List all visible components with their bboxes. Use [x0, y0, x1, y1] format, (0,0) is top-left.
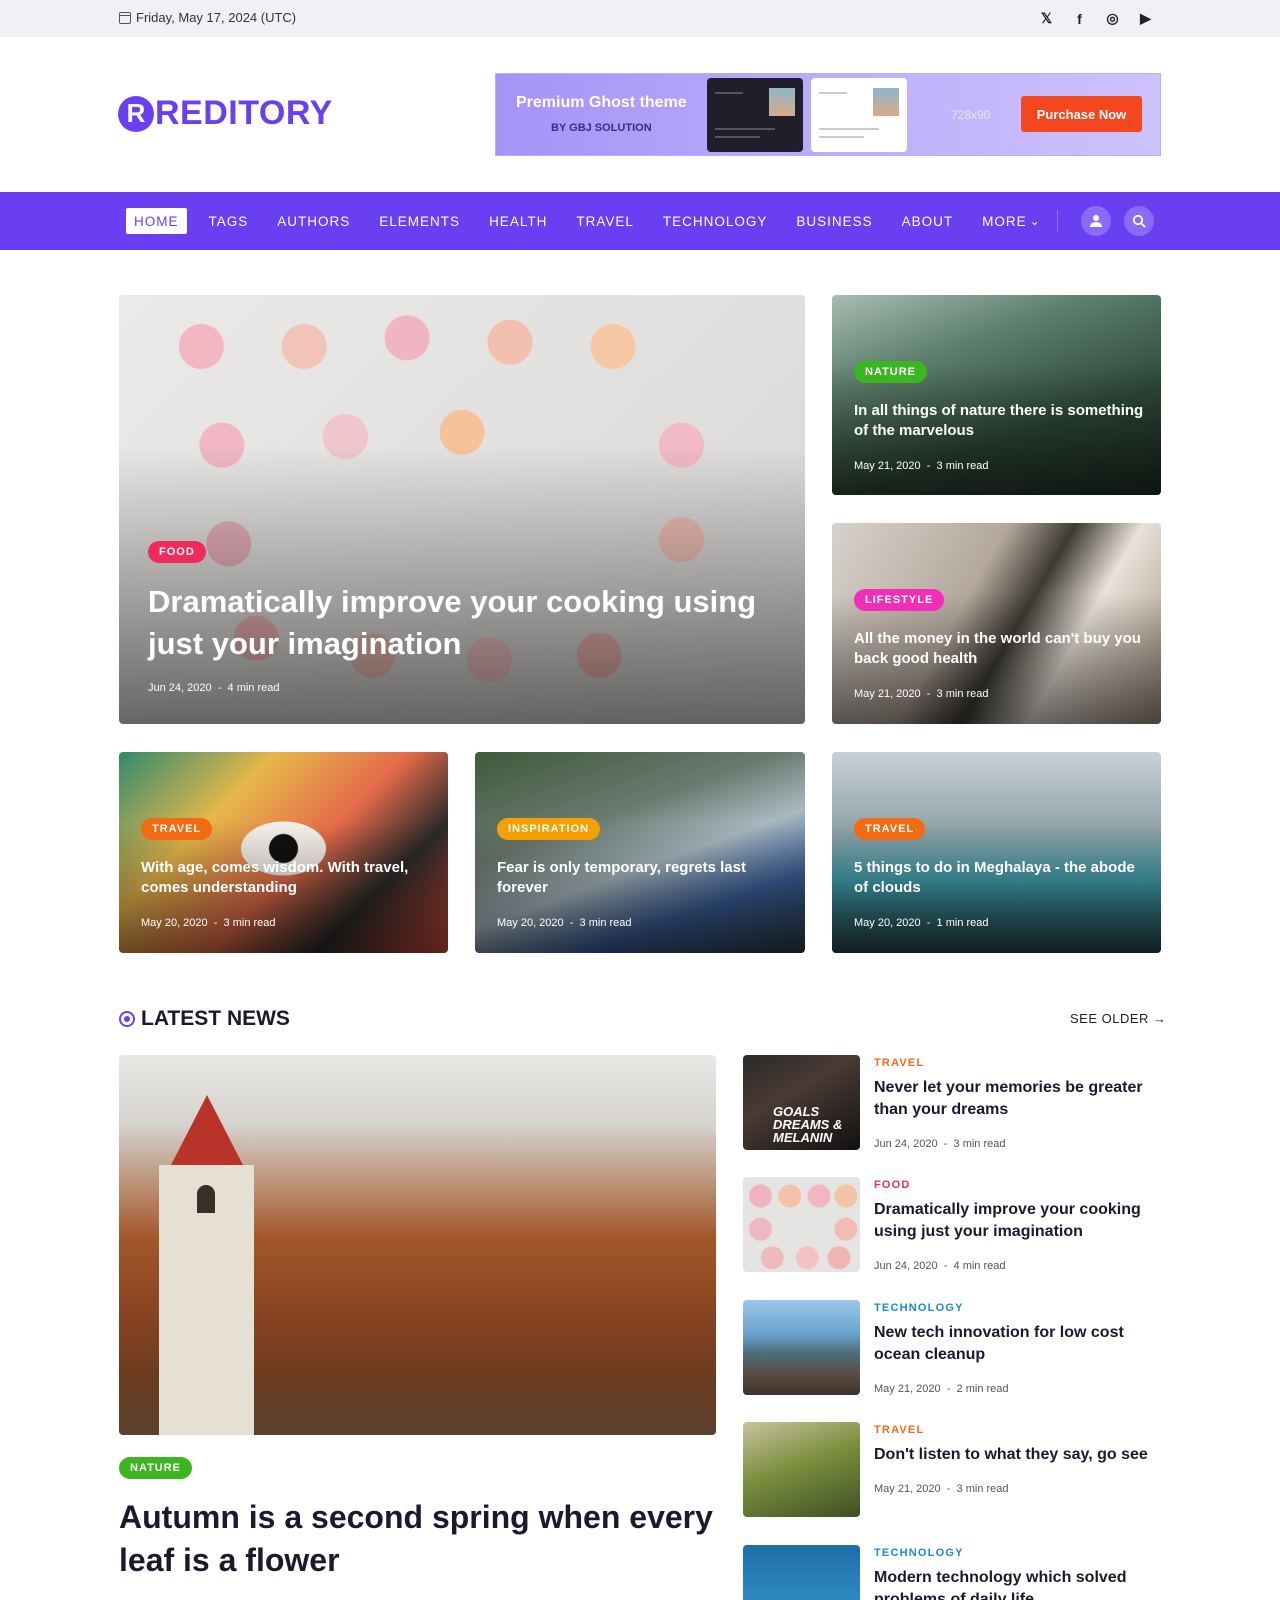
- account-button[interactable]: [1081, 206, 1111, 236]
- featured-post-small[interactable]: INSPIRATION Fear is only temporary, regr…: [475, 752, 805, 953]
- post-thumbnail[interactable]: [743, 1177, 860, 1272]
- category-badge[interactable]: INSPIRATION: [497, 818, 601, 840]
- nav-divider: [1057, 210, 1058, 232]
- nav-business[interactable]: BUSINESS: [796, 208, 872, 234]
- post-meta: May 21, 2020 - 2 min read: [874, 1383, 1009, 1395]
- logo-wordmark: REDITORY: [155, 94, 333, 132]
- nav-more-label: MORE: [982, 213, 1027, 229]
- post-title[interactable]: Modern technology which solved problems …: [874, 1567, 1154, 1600]
- list-item[interactable]: GOALS DREAMS & MELANIN TRAVEL Never let …: [743, 1055, 1163, 1151]
- youtube-icon[interactable]: ▶: [1137, 10, 1154, 27]
- category-label[interactable]: TRAVEL: [874, 1424, 924, 1436]
- post-meta: May 21, 2020 - 3 min read: [854, 460, 989, 472]
- list-item[interactable]: FOOD Dramatically improve your cooking u…: [743, 1177, 1163, 1273]
- nav-home[interactable]: HOME: [126, 208, 187, 234]
- post-meta: Jun 24, 2020 - 4 min read: [148, 682, 280, 694]
- main-nav: HOME TAGS AUTHORS ELEMENTS HEALTH TRAVEL…: [0, 192, 1280, 250]
- date-text: Friday, May 17, 2024 (UTC): [136, 10, 297, 25]
- nav-health[interactable]: HEALTH: [489, 208, 547, 234]
- category-badge[interactable]: TRAVEL: [854, 818, 926, 840]
- church-illustration: [159, 1095, 254, 1435]
- nav-technology[interactable]: TECHNOLOGY: [663, 208, 768, 234]
- category-badge[interactable]: NATURE: [854, 361, 928, 383]
- post-meta: May 21, 2020 - 3 min read: [854, 688, 989, 700]
- nav-elements[interactable]: ELEMENTS: [379, 208, 460, 234]
- featured-post-side[interactable]: LIFESTYLE All the money in the world can…: [832, 523, 1161, 724]
- featured-post-main[interactable]: FOOD Dramatically improve your cooking u…: [119, 295, 805, 724]
- section-title: LATEST NEWS: [141, 1007, 290, 1030]
- nav-authors[interactable]: AUTHORS: [277, 208, 350, 234]
- calendar-icon: [119, 11, 131, 24]
- category-label[interactable]: TECHNOLOGY: [874, 1547, 964, 1559]
- banner-title: Premium Ghost theme: [516, 94, 687, 111]
- category-badge[interactable]: NATURE: [119, 1457, 193, 1479]
- latest-main-title[interactable]: Autumn is a second spring when every lea…: [119, 1496, 719, 1582]
- post-thumbnail[interactable]: [743, 1545, 860, 1600]
- category-label[interactable]: TRAVEL: [874, 1057, 924, 1069]
- post-meta: Jun 24, 2020 - 3 min read: [874, 1138, 1006, 1150]
- logo-mark-icon: R: [118, 95, 154, 132]
- nav-more[interactable]: MORE ⌄: [982, 208, 1041, 234]
- list-item[interactable]: TRAVEL Don't listen to what they say, go…: [743, 1422, 1163, 1518]
- nav-about[interactable]: ABOUT: [902, 208, 954, 234]
- date-display: Friday, May 17, 2024 (UTC): [119, 10, 296, 25]
- radio-dot-icon: [119, 1011, 135, 1027]
- banner-size-label: 728x90: [951, 108, 991, 122]
- post-thumbnail[interactable]: [743, 1422, 860, 1517]
- chevron-down-icon: ⌄: [1029, 214, 1041, 228]
- category-badge[interactable]: TRAVEL: [141, 818, 213, 840]
- post-title[interactable]: Never let your memories be greater than …: [874, 1077, 1154, 1120]
- see-older-link[interactable]: SEE OLDER →: [1070, 1011, 1167, 1026]
- avatar-image: [873, 88, 899, 116]
- theme-preview-dark: [707, 78, 803, 152]
- post-meta: May 21, 2020 - 3 min read: [874, 1483, 1009, 1495]
- list-item[interactable]: TECHNOLOGY New tech innovation for low c…: [743, 1300, 1163, 1396]
- nav-travel[interactable]: TRAVEL: [576, 208, 634, 234]
- post-meta: May 20, 2020 - 3 min read: [141, 917, 276, 929]
- category-badge[interactable]: FOOD: [148, 541, 206, 563]
- post-thumbnail[interactable]: GOALS DREAMS & MELANIN: [743, 1055, 860, 1150]
- category-label[interactable]: FOOD: [874, 1179, 911, 1191]
- post-title[interactable]: Dramatically improve your cooking using …: [874, 1199, 1154, 1242]
- post-title[interactable]: 5 things to do in Meghalaya - the abode …: [854, 858, 1144, 899]
- latest-main-image[interactable]: [119, 1055, 716, 1435]
- post-meta: May 20, 2020 - 3 min read: [497, 917, 632, 929]
- post-title[interactable]: Don't listen to what they say, go see: [874, 1444, 1154, 1466]
- ad-banner[interactable]: Premium Ghost theme BY GBJ SOLUTION 728x…: [495, 73, 1161, 156]
- x-icon[interactable]: 𝕏: [1038, 10, 1055, 27]
- post-title[interactable]: With age, comes wisdom. With travel, com…: [141, 858, 431, 899]
- post-title[interactable]: All the money in the world can't buy you…: [854, 629, 1144, 670]
- featured-post-small[interactable]: TRAVEL With age, comes wisdom. With trav…: [119, 752, 448, 953]
- post-thumbnail[interactable]: [743, 1300, 860, 1395]
- avatar-image: [769, 88, 795, 116]
- featured-post-small[interactable]: TRAVEL 5 things to do in Meghalaya - the…: [832, 752, 1161, 953]
- banner-subtitle: BY GBJ SOLUTION: [551, 122, 652, 134]
- user-icon: [1090, 215, 1102, 227]
- category-label[interactable]: TECHNOLOGY: [874, 1302, 964, 1314]
- facebook-icon[interactable]: f: [1071, 10, 1088, 27]
- site-logo[interactable]: R REDITORY: [118, 94, 333, 133]
- post-title[interactable]: Dramatically improve your cooking using …: [148, 581, 768, 665]
- search-icon: [1132, 214, 1146, 228]
- post-title[interactable]: New tech innovation for low cost ocean c…: [874, 1322, 1154, 1365]
- instagram-icon[interactable]: ◎: [1104, 10, 1121, 27]
- nav-tags[interactable]: TAGS: [209, 208, 249, 234]
- featured-post-side[interactable]: NATURE In all things of nature there is …: [832, 295, 1161, 495]
- post-title[interactable]: In all things of nature there is somethi…: [854, 401, 1144, 442]
- top-bar: Friday, May 17, 2024 (UTC) 𝕏 f ◎ ▶: [0, 0, 1280, 37]
- post-meta: Jun 24, 2020 - 4 min read: [874, 1260, 1006, 1272]
- list-item[interactable]: TECHNOLOGY Modern technology which solve…: [743, 1545, 1163, 1600]
- latest-news-heading: LATEST NEWS: [119, 1007, 290, 1031]
- theme-preview-light: [811, 78, 907, 152]
- purchase-now-button[interactable]: Purchase Now: [1021, 96, 1142, 132]
- search-button[interactable]: [1124, 206, 1154, 236]
- social-links: 𝕏 f ◎ ▶: [1038, 10, 1154, 27]
- category-badge[interactable]: LIFESTYLE: [854, 589, 945, 611]
- post-title[interactable]: Fear is only temporary, regrets last for…: [497, 858, 787, 899]
- post-meta: May 20, 2020 - 1 min read: [854, 917, 989, 929]
